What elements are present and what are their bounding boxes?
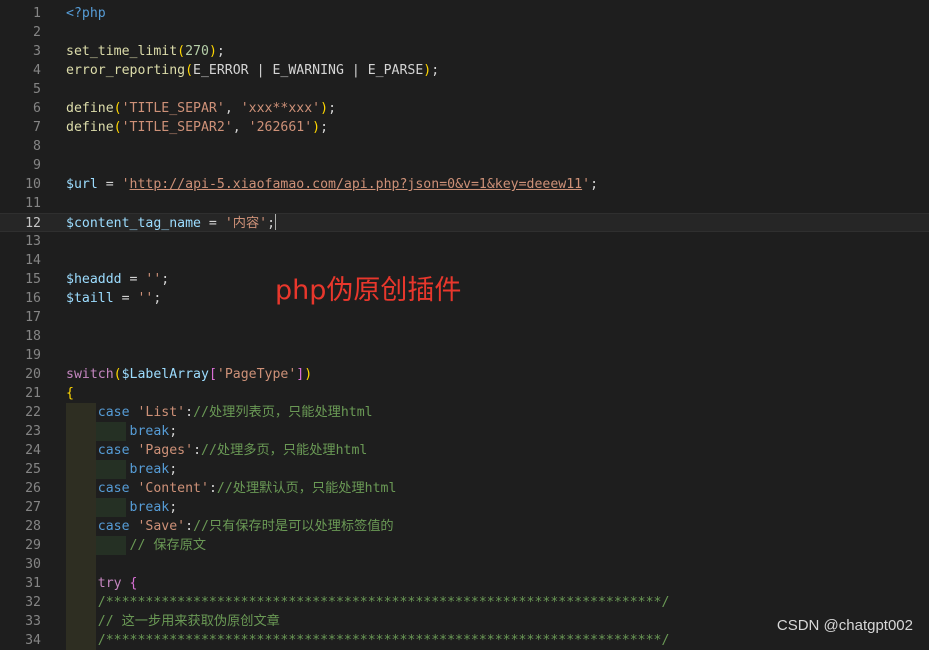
code-line[interactable]: 11 xyxy=(0,194,929,213)
line-code[interactable]: $url = 'http://api-5.xiaofamao.com/api.p… xyxy=(66,175,598,194)
line-code[interactable]: break; xyxy=(66,460,178,479)
code-line[interactable]: 7 define('TITLE_SEPAR2', '262661'); xyxy=(0,118,929,137)
code-line[interactable]: 25 break; xyxy=(0,460,929,479)
code-line[interactable]: 24 case 'Pages'://处理多页，只能处理html xyxy=(0,441,929,460)
line-number: 10 xyxy=(25,177,41,192)
line-code[interactable]: case 'Content'://处理默认页，只能处理html xyxy=(66,479,397,498)
overlay-title: php伪原创插件 xyxy=(275,275,462,306)
code-line[interactable]: 3 set_time_limit(270); xyxy=(0,42,929,61)
code-line[interactable]: 18 xyxy=(0,327,929,346)
line-number: 29 xyxy=(25,538,41,553)
line-code[interactable]: switch($LabelArray['PageType']) xyxy=(66,365,312,384)
line-code[interactable]: define('TITLE_SEPAR2', '262661'); xyxy=(66,118,328,137)
line-number: 4 xyxy=(33,63,41,78)
line-code[interactable]: $headdd = ''; xyxy=(66,270,169,289)
line-code[interactable]: set_time_limit(270); xyxy=(66,42,225,61)
code-line[interactable]: 2 xyxy=(0,23,929,42)
code-line[interactable]: 1 <?php xyxy=(0,4,929,23)
line-number: 9 xyxy=(33,158,41,173)
line-code[interactable]: case 'Save'://只有保存时是可以处理标签值的 xyxy=(66,517,394,536)
code-line[interactable]: 5 xyxy=(0,80,929,99)
line-number: 7 xyxy=(33,120,41,135)
line-number: 16 xyxy=(25,291,41,306)
line-number: 26 xyxy=(25,481,41,496)
code-editor[interactable]: 1 <?php 2 3 set_time_limit(270); 4 error_repor… xyxy=(0,0,929,650)
line-number: 1 xyxy=(33,6,41,21)
code-line[interactable]: 21 { xyxy=(0,384,929,403)
line-code[interactable]: <?php xyxy=(66,4,106,23)
code-line[interactable]: 12 $content_tag_name = '内容'; xyxy=(0,213,929,232)
code-line[interactable]: 29 // 保存原文 xyxy=(0,536,929,555)
code-line[interactable]: 22 case 'List'://处理列表页，只能处理html xyxy=(0,403,929,422)
line-code[interactable]: break; xyxy=(66,498,178,517)
line-number: 31 xyxy=(25,576,41,591)
line-number: 28 xyxy=(25,519,41,534)
line-number: 15 xyxy=(25,272,41,287)
line-code[interactable]: // 保存原文 xyxy=(66,536,207,555)
line-number: 12 xyxy=(25,216,41,231)
line-number: 33 xyxy=(25,614,41,629)
code-line[interactable]: 27 break; xyxy=(0,498,929,517)
line-number: 24 xyxy=(25,443,41,458)
line-code[interactable]: define('TITLE_SEPAR', 'xxx**xxx'); xyxy=(66,99,336,118)
line-code[interactable]: case 'List'://处理列表页，只能处理html xyxy=(66,403,373,422)
line-number: 6 xyxy=(33,101,41,116)
line-number: 30 xyxy=(25,557,41,572)
code-line[interactable]: 17 xyxy=(0,308,929,327)
line-number: 20 xyxy=(25,367,41,382)
code-line[interactable]: 28 case 'Save'://只有保存时是可以处理标签值的 xyxy=(0,517,929,536)
line-number: 2 xyxy=(33,25,41,40)
line-code[interactable]: $taill = ''; xyxy=(66,289,161,308)
line-number: 19 xyxy=(25,348,41,363)
line-code[interactable]: case 'Pages'://处理多页，只能处理html xyxy=(66,441,368,460)
code-line[interactable]: 23 break; xyxy=(0,422,929,441)
line-code[interactable]: break; xyxy=(66,422,178,441)
code-line[interactable]: 15 $headdd = ''; xyxy=(0,270,929,289)
line-number: 22 xyxy=(25,405,41,420)
line-code[interactable]: { xyxy=(66,384,74,403)
line-code[interactable]: // 这一步用来获取伪原创文章 xyxy=(66,612,280,631)
line-code[interactable]: error_reporting(E_ERROR | E_WARNING | E_… xyxy=(66,61,439,80)
line-number: 18 xyxy=(25,329,41,344)
code-line[interactable]: 13 xyxy=(0,232,929,251)
line-code[interactable]: /***************************************… xyxy=(66,593,670,612)
line-number: 17 xyxy=(25,310,41,325)
code-line[interactable]: 10 $url = 'http://api-5.xiaofamao.com/api… xyxy=(0,175,929,194)
line-number: 14 xyxy=(25,253,41,268)
code-line[interactable]: 9 xyxy=(0,156,929,175)
code-line[interactable]: 26 case 'Content'://处理默认页，只能处理html xyxy=(0,479,929,498)
code-line[interactable]: 31 try { xyxy=(0,574,929,593)
line-number: 11 xyxy=(25,196,41,211)
line-number: 34 xyxy=(25,633,41,648)
code-line[interactable]: 6 define('TITLE_SEPAR', 'xxx**xxx'); xyxy=(0,99,929,118)
code-line[interactable]: 19 xyxy=(0,346,929,365)
line-number: 23 xyxy=(25,424,41,439)
code-line[interactable]: 14 xyxy=(0,251,929,270)
line-number: 25 xyxy=(25,462,41,477)
code-line[interactable]: 8 xyxy=(0,137,929,156)
line-number: 3 xyxy=(33,44,41,59)
watermark: CSDN @chatgpt002 xyxy=(776,617,913,634)
line-number: 13 xyxy=(25,234,41,249)
indent-guide xyxy=(66,555,96,574)
code-line[interactable]: 4 error_reporting(E_ERROR | E_WARNING | E… xyxy=(0,61,929,80)
line-number: 21 xyxy=(25,386,41,401)
code-line[interactable]: 30 xyxy=(0,555,929,574)
line-number: 8 xyxy=(33,139,41,154)
code-line[interactable]: 20 switch($LabelArray['PageType']) xyxy=(0,365,929,384)
line-code[interactable]: $content_tag_name = '内容'; xyxy=(66,214,277,233)
line-number: 5 xyxy=(33,82,41,97)
code-line[interactable]: 32 /************************************… xyxy=(0,593,929,612)
line-number: 32 xyxy=(25,595,41,610)
line-code[interactable]: try { xyxy=(66,574,138,593)
line-number: 27 xyxy=(25,500,41,515)
line-code[interactable]: /***************************************… xyxy=(66,631,670,650)
code-line[interactable]: 16 $taill = ''; xyxy=(0,289,929,308)
